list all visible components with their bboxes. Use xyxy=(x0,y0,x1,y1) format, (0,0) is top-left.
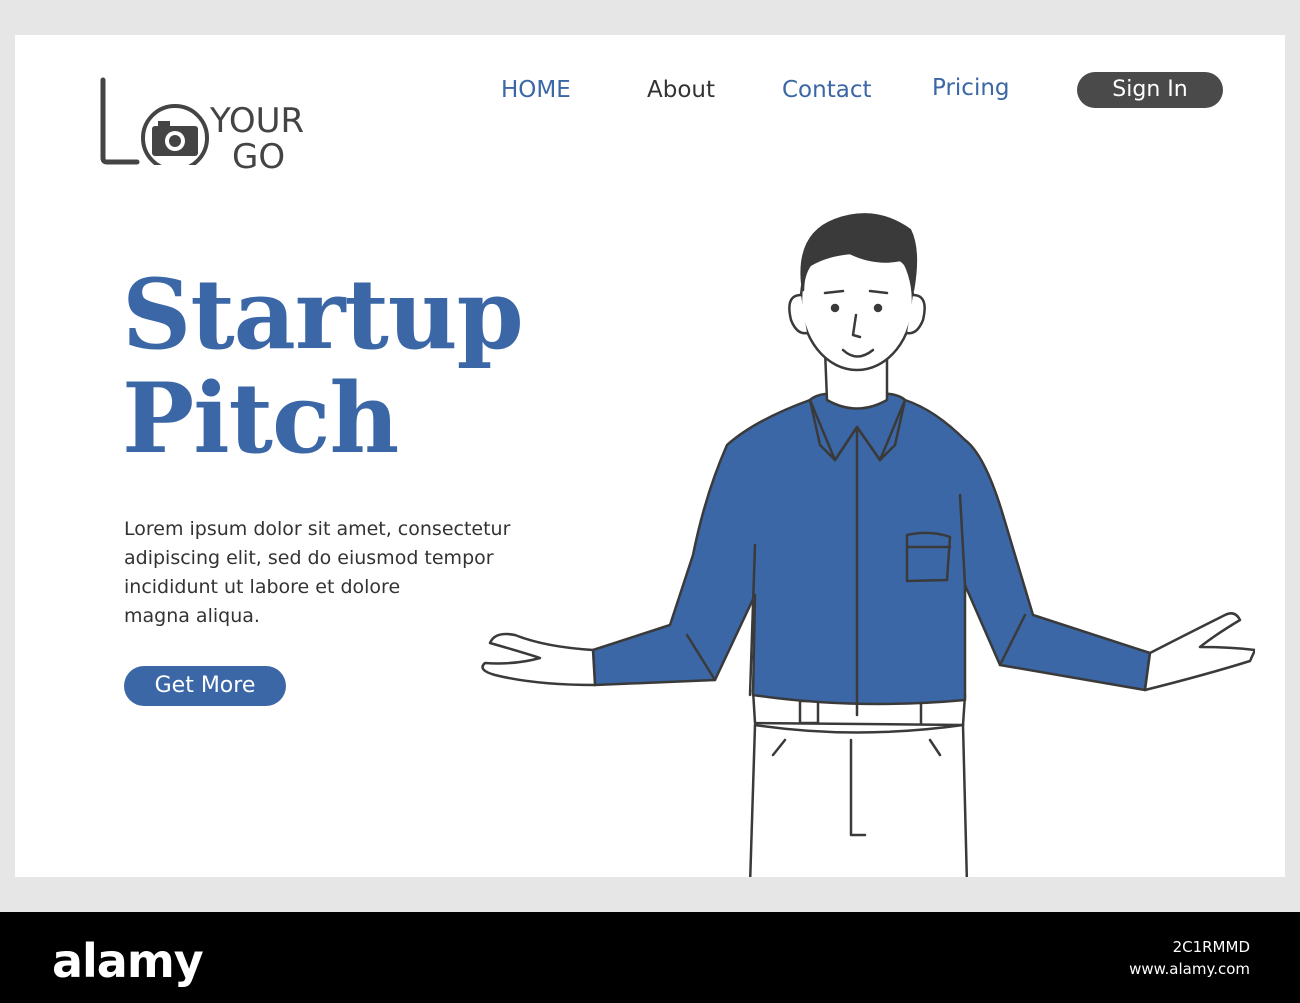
logo[interactable]: YOUR GO xyxy=(97,70,307,174)
man-illustration xyxy=(481,213,1255,877)
logo-word-go: GO xyxy=(232,137,286,177)
get-more-button[interactable]: Get More xyxy=(124,666,286,706)
footer-bar: alamy 2C1RMMD www.alamy.com xyxy=(0,912,1300,1003)
landing-page: YOUR GO HOME About Contact Pricing Sign … xyxy=(15,35,1285,877)
logo-word-your: YOUR xyxy=(210,101,305,141)
nav-home[interactable]: HOME xyxy=(501,76,571,104)
sign-in-button[interactable]: Sign In xyxy=(1077,72,1223,108)
nav-pricing[interactable]: Pricing xyxy=(932,74,1010,102)
nav-contact[interactable]: Contact xyxy=(782,76,871,104)
site-url: www.alamy.com xyxy=(1129,960,1250,978)
image-id: 2C1RMMD xyxy=(1172,938,1250,956)
stock-brand-logo: alamy xyxy=(52,934,204,988)
nav-about[interactable]: About xyxy=(647,76,715,104)
image-info: 2C1RMMD www.alamy.com xyxy=(1129,936,1250,980)
